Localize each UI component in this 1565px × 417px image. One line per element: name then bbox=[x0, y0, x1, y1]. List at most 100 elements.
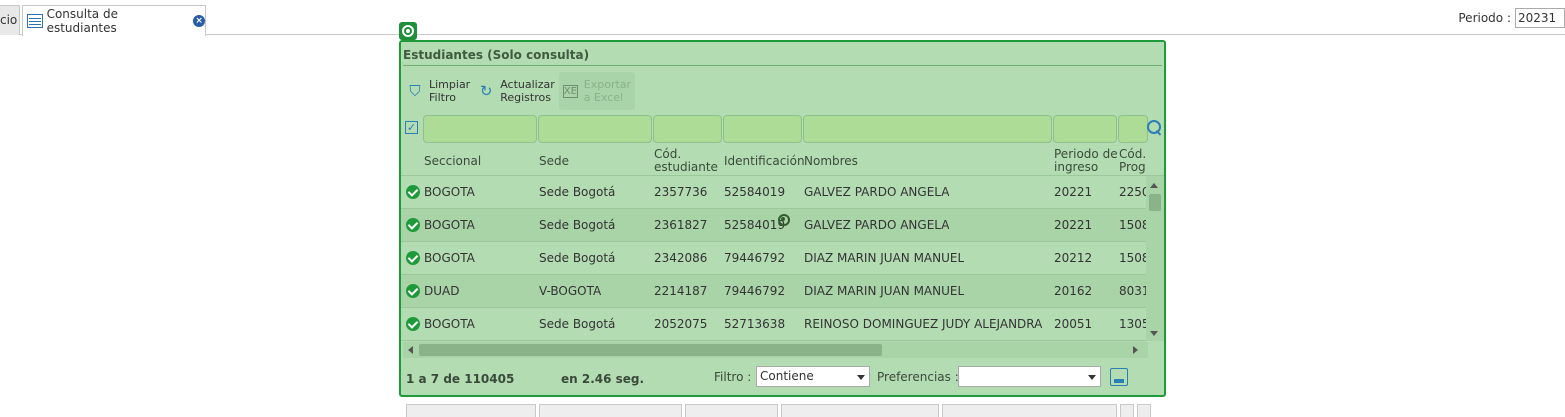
clear-filter-label: Limpiar Filtro bbox=[429, 78, 471, 104]
bottom-tab-4[interactable] bbox=[781, 404, 939, 417]
filter-mode-select[interactable]: Contiene bbox=[756, 366, 870, 387]
col-cod-estudiante[interactable]: Cód. estudiante bbox=[654, 146, 718, 176]
cell-periodo-ingreso: 20051 bbox=[1054, 317, 1093, 331]
col-periodo-ingreso[interactable]: Periodo de ingreso bbox=[1054, 146, 1118, 176]
tab-consulta-estudiantes[interactable]: Consulta de estudiantes × bbox=[22, 5, 206, 36]
horizontal-scroll-thumb[interactable] bbox=[419, 344, 882, 356]
col-cod-prog[interactable]: Cód. Prog bbox=[1119, 146, 1146, 176]
filter-seccional[interactable] bbox=[423, 115, 537, 143]
filter-mode-label: Filtro : bbox=[714, 370, 752, 384]
tab-bar: cio Consulta de estudiantes × Periodo : bbox=[0, 0, 1565, 36]
title-divider bbox=[403, 65, 1162, 66]
refresh-button[interactable]: ↻ Actualizar Registros bbox=[474, 72, 559, 110]
cell-identificacion: 79446792 bbox=[724, 284, 786, 298]
refresh-icon: ↻ bbox=[479, 82, 493, 100]
table-row[interactable]: BOGOTA Sede Bogotá 2357736 52584019 GALV… bbox=[401, 176, 1146, 209]
cell-nombres: GALVEZ PARDO ANGELA bbox=[804, 218, 950, 232]
scroll-down-icon[interactable] bbox=[1150, 331, 1158, 336]
close-tab-icon[interactable]: × bbox=[193, 15, 205, 27]
col-identificacion[interactable]: Identificación bbox=[724, 146, 805, 176]
cell-nombres: DIAZ MARIN JUAN MANUEL bbox=[804, 284, 965, 298]
export-excel-button[interactable]: XE Exportar a Excel bbox=[558, 72, 636, 110]
filter-clear-icon: ⛉ bbox=[409, 82, 421, 100]
refresh-label: Actualizar Registros bbox=[500, 78, 555, 104]
tab-inicio-label: cio bbox=[0, 13, 18, 27]
filter-identificacion[interactable] bbox=[723, 115, 802, 143]
cell-cod-estudiante: 2361827 bbox=[654, 218, 708, 232]
scroll-left-icon[interactable] bbox=[408, 346, 413, 354]
students-panel: Estudiantes (Solo consulta) ⛉ Limpiar Fi… bbox=[399, 40, 1166, 397]
excel-icon: XE bbox=[562, 84, 578, 98]
periodo-label: Periodo : bbox=[1458, 11, 1511, 25]
scroll-up-icon[interactable] bbox=[1150, 183, 1158, 188]
filter-sede[interactable] bbox=[538, 115, 652, 143]
cell-cod-prog: 1508 bbox=[1119, 218, 1146, 232]
cell-sede: Sede Bogotá bbox=[539, 251, 616, 265]
cell-cod-prog: 1305 bbox=[1119, 317, 1146, 331]
cell-identificacion: 52713638 bbox=[724, 317, 786, 331]
table-row[interactable]: BOGOTA Sede Bogotá 2052075 52713638 REIN… bbox=[401, 308, 1146, 341]
cell-cod-prog: 2250 bbox=[1119, 185, 1146, 199]
vertical-scrollbar[interactable] bbox=[1146, 176, 1164, 341]
bottom-tab-1[interactable] bbox=[406, 404, 536, 417]
col-sede[interactable]: Sede bbox=[539, 146, 569, 176]
panel-pin-icon[interactable] bbox=[399, 22, 417, 40]
cell-cod-prog: 8031 bbox=[1119, 284, 1146, 298]
cell-sede: Sede Bogotá bbox=[539, 317, 616, 331]
elapsed-time: en 2.46 seg. bbox=[561, 372, 645, 386]
save-preferences-icon[interactable] bbox=[1110, 368, 1128, 386]
horizontal-scrollbar[interactable] bbox=[403, 342, 1148, 358]
select-all-checkbox-icon[interactable]: ✓ bbox=[405, 121, 418, 134]
periodo-selector: Periodo : bbox=[1458, 8, 1565, 28]
periodo-input[interactable] bbox=[1515, 8, 1565, 28]
cell-cod-prog: 1508 bbox=[1119, 251, 1146, 265]
panel-title: Estudiantes (Solo consulta) bbox=[403, 48, 590, 62]
preferences-label: Preferencias : bbox=[877, 370, 959, 384]
preferences-select[interactable] bbox=[958, 366, 1101, 387]
filter-periodo-ingreso[interactable] bbox=[1053, 115, 1117, 143]
filter-mode-value: Contiene bbox=[760, 369, 814, 383]
table-row[interactable]: BOGOTA Sede Bogotá 2342086 79446792 DIAZ… bbox=[401, 242, 1146, 275]
cell-seccional: BOGOTA bbox=[424, 251, 475, 265]
filter-cod-estudiante[interactable] bbox=[653, 115, 722, 143]
cell-cod-estudiante: 2052075 bbox=[654, 317, 708, 331]
status-ok-icon bbox=[406, 284, 420, 298]
status-ok-icon bbox=[406, 185, 420, 199]
vertical-scroll-thumb[interactable] bbox=[1149, 194, 1161, 211]
cell-sede: Sede Bogotá bbox=[539, 185, 616, 199]
cell-periodo-ingreso: 20212 bbox=[1054, 251, 1093, 265]
export-excel-label: Exportar a Excel bbox=[583, 78, 632, 104]
cell-identificacion: 52584019 bbox=[724, 185, 786, 199]
cell-seccional: BOGOTA bbox=[424, 185, 475, 199]
table-row[interactable]: DUAD V-BOGOTA 2214187 79446792 DIAZ MARI… bbox=[401, 275, 1146, 308]
scroll-right-icon[interactable] bbox=[1133, 346, 1138, 354]
cell-periodo-ingreso: 20162 bbox=[1054, 284, 1093, 298]
filter-cod-prog[interactable] bbox=[1118, 115, 1148, 143]
filter-nombres[interactable] bbox=[803, 115, 1052, 143]
cell-seccional: DUAD bbox=[424, 284, 460, 298]
search-icon[interactable] bbox=[1146, 119, 1164, 137]
table-body: BOGOTA Sede Bogotá 2357736 52584019 GALV… bbox=[401, 176, 1146, 341]
grid-footer: 1 a 7 de 110405 en 2.46 seg. Filtro : Co… bbox=[401, 360, 1164, 395]
table-header: Seccional Sede Cód. estudiante Identific… bbox=[401, 146, 1164, 176]
col-nombres[interactable]: Nombres bbox=[804, 146, 858, 176]
filter-row: ✓ bbox=[403, 114, 1164, 144]
bottom-tab-5[interactable] bbox=[942, 404, 1117, 417]
toolbar: ⛉ Limpiar Filtro ↻ Actualizar Registros … bbox=[403, 72, 636, 110]
status-ok-icon bbox=[406, 251, 420, 265]
bottom-tab-2[interactable] bbox=[539, 404, 682, 417]
cell-cod-estudiante: 2342086 bbox=[654, 251, 708, 265]
cell-nombres: REINOSO DOMINGUEZ JUDY ALEJANDRA bbox=[804, 317, 1043, 331]
tab-inicio[interactable]: cio bbox=[0, 5, 20, 35]
bottom-tab-7[interactable] bbox=[1137, 404, 1151, 417]
cell-periodo-ingreso: 20221 bbox=[1054, 185, 1093, 199]
col-seccional[interactable]: Seccional bbox=[424, 146, 481, 176]
cell-periodo-ingreso: 20221 bbox=[1054, 218, 1093, 232]
list-icon bbox=[27, 14, 43, 28]
table-row[interactable]: BOGOTA Sede Bogotá 2361827 52584019 GALV… bbox=[401, 209, 1146, 242]
clear-filter-button[interactable]: ⛉ Limpiar Filtro bbox=[403, 72, 474, 110]
bottom-tab-6[interactable] bbox=[1120, 404, 1134, 417]
cell-seccional: BOGOTA bbox=[424, 218, 475, 232]
bottom-tab-3[interactable] bbox=[685, 404, 778, 417]
cell-sede: Sede Bogotá bbox=[539, 218, 616, 232]
